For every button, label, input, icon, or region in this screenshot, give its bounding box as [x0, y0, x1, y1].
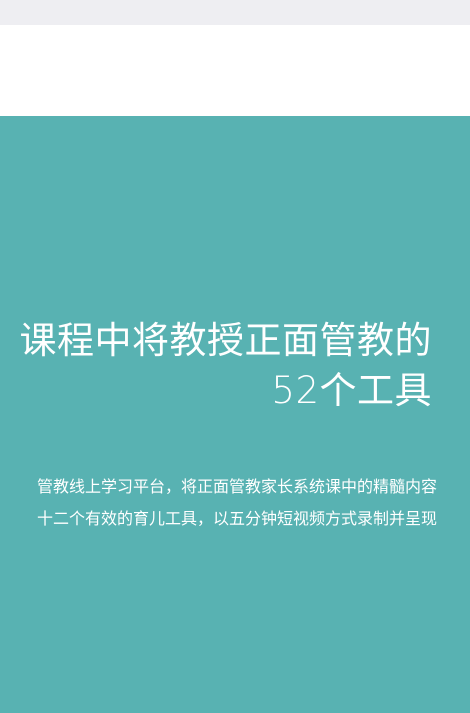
hero-title: 课程中将教授正面管教的 52个工具: [20, 316, 433, 416]
hero-title-line-2: 52个工具: [271, 369, 432, 412]
hero-section: 课程中将教授正面管教的 52个工具 管教线上学习平台，将正面管教家长系统课中的精…: [0, 116, 470, 713]
top-strip: [0, 0, 470, 25]
header-bar: [0, 25, 470, 116]
hero-description-line-1: 管教线上学习平台，将正面管教家长系统课中的精髓内容: [36, 477, 437, 496]
hero-description: 管教线上学习平台，将正面管教家长系统课中的精髓内容 十二个有效的育儿工具，以五分…: [37, 471, 437, 535]
hero-description-line-2: 十二个有效的育儿工具，以五分钟短视频方式录制并呈现: [36, 509, 437, 528]
hero-title-line-1: 课程中将教授正面管教的: [19, 319, 432, 362]
